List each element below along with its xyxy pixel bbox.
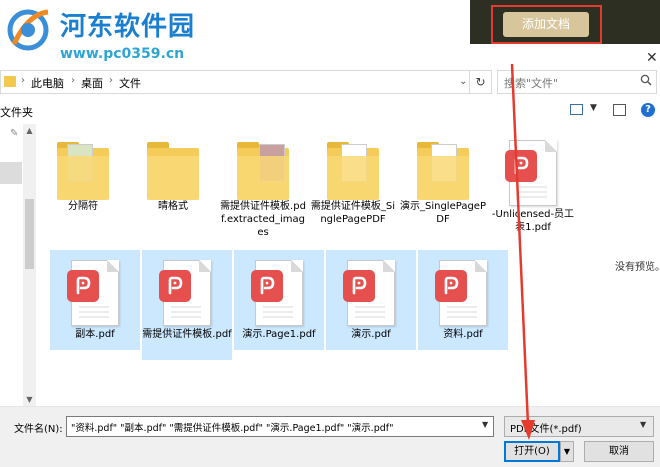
scrollbar-thumb[interactable] [25,199,34,269]
new-folder-label[interactable]: 文件夹 [0,104,33,120]
chevron-down-icon[interactable]: ⌄ [459,76,467,87]
open-split-dropdown-icon[interactable]: ▼ [560,441,574,462]
pin-icon: ✎ [10,128,19,139]
filename-label: 文件名(N): [14,424,63,435]
watermark-logo-icon [7,9,49,51]
chevron-down-icon[interactable]: ▼ [640,420,646,429]
file-name: 晴格式 [158,201,188,212]
scroll-down-icon[interactable]: ▼ [23,395,36,404]
search-placeholder: 搜索"文件" [504,77,559,90]
app-banner: 河东软件园 添加文档 [0,0,660,51]
file-item-folder[interactable]: 分隔符 [38,130,128,226]
file-item-pdf[interactable]: 需提供证件模板.pdf [142,250,232,360]
refresh-icon[interactable]: ↻ [470,70,492,94]
file-item-folder[interactable]: 晴格式 [128,130,218,226]
folder-icon [417,142,469,200]
file-name: 演示.pdf [351,329,391,340]
chevron-right-icon[interactable]: › [21,75,25,86]
file-name: 需提供证件模板.pdf [142,329,232,340]
folder-icon [237,142,289,200]
folder-icon [57,142,109,200]
cancel-button[interactable]: 取消 [584,441,654,462]
breadcrumb-item[interactable]: 桌面 [81,75,103,91]
pdf-file-icon [343,260,399,328]
nav-scrollbar[interactable]: ▲ ▼ [23,124,36,406]
file-name: 资料.pdf [443,329,483,340]
pdf-file-icon [505,140,561,208]
file-item-folder[interactable]: 需提供证件模板.pdf.extracted_images [218,130,308,250]
file-name: 需提供证件模板.pdf.extracted_images [220,201,306,238]
pdf-file-icon [251,260,307,328]
folder-icon [147,142,199,200]
file-item-pdf[interactable]: 副本.pdf [50,250,140,350]
command-bar: 文件夹 ▼ ? [0,100,660,122]
address-bar[interactable]: › 此电脑 › 桌面 › 文件 ⌄ [0,70,470,94]
breadcrumb-item[interactable]: 文件 [119,75,141,91]
open-button[interactable]: 打开(O) [504,441,560,462]
preview-pane-message: 没有预览。 [615,262,660,273]
file-item-pdf[interactable]: 演示.Page1.pdf [234,250,324,350]
filename-input[interactable]: "资料.pdf" "副本.pdf" "需提供证件模板.pdf" "演示.Page… [66,416,494,437]
help-icon[interactable]: ? [641,103,655,117]
pdf-file-icon [67,260,123,328]
view-options-icon[interactable] [570,104,583,115]
chevron-right-icon[interactable]: › [71,75,75,86]
file-item-pdf[interactable]: -Unlicensed-员工表1.pdf [488,130,578,238]
address-row: › 此电脑 › 桌面 › 文件 ⌄ ↻ 搜索"文件" [0,70,660,96]
navigation-pane: ✎ ▲ ▼ [0,124,36,406]
file-name: 副本.pdf [75,329,115,340]
search-input[interactable]: 搜索"文件" [497,70,657,94]
breadcrumb-item[interactable]: 此电脑 [31,75,64,91]
file-item-folder[interactable]: 需提供证件模板_SinglePagePDF [308,130,398,238]
file-name: 分隔符 [68,201,98,212]
search-icon [640,74,652,89]
file-name: 需提供证件模板_SinglePagePDF [310,201,396,225]
watermark-site-name: 河东软件园 [60,12,196,42]
nav-selected-item[interactable] [0,162,22,184]
watermark-url: www.pc0359.cn [60,46,185,62]
pdf-file-icon [159,260,215,328]
file-item-folder[interactable]: 演示_SinglePagePDF [398,130,488,238]
folder-icon [327,142,379,200]
chevron-down-icon[interactable]: ▼ [482,420,488,429]
file-item-pdf[interactable]: 演示.pdf [326,250,416,350]
file-list: 分隔符 晴格式 需提供证件模板.pdf.extracted_images 需提供… [36,124,596,406]
dialog-close-icon[interactable]: ✕ [646,50,658,66]
pdf-file-icon [435,260,491,328]
folder-icon [4,76,16,87]
filetype-select[interactable]: PDF文件(*.pdf) [504,416,654,437]
file-list-scrollbar[interactable] [596,124,610,406]
dialog-footer: 文件名(N): "资料.pdf" "副本.pdf" "需提供证件模板.pdf" … [0,406,660,467]
chevron-right-icon[interactable]: › [109,75,113,86]
file-name: 演示.Page1.pdf [242,329,316,340]
chevron-down-icon[interactable]: ▼ [590,103,597,113]
file-item-pdf[interactable]: 资料.pdf [418,250,508,350]
preview-pane-icon[interactable] [613,104,626,116]
file-name: 演示_SinglePagePDF [400,201,486,225]
scroll-up-icon[interactable]: ▲ [23,126,36,135]
file-name: -Unlicensed-员工表1.pdf [491,209,575,233]
add-document-button[interactable]: 添加文档 [503,12,589,37]
